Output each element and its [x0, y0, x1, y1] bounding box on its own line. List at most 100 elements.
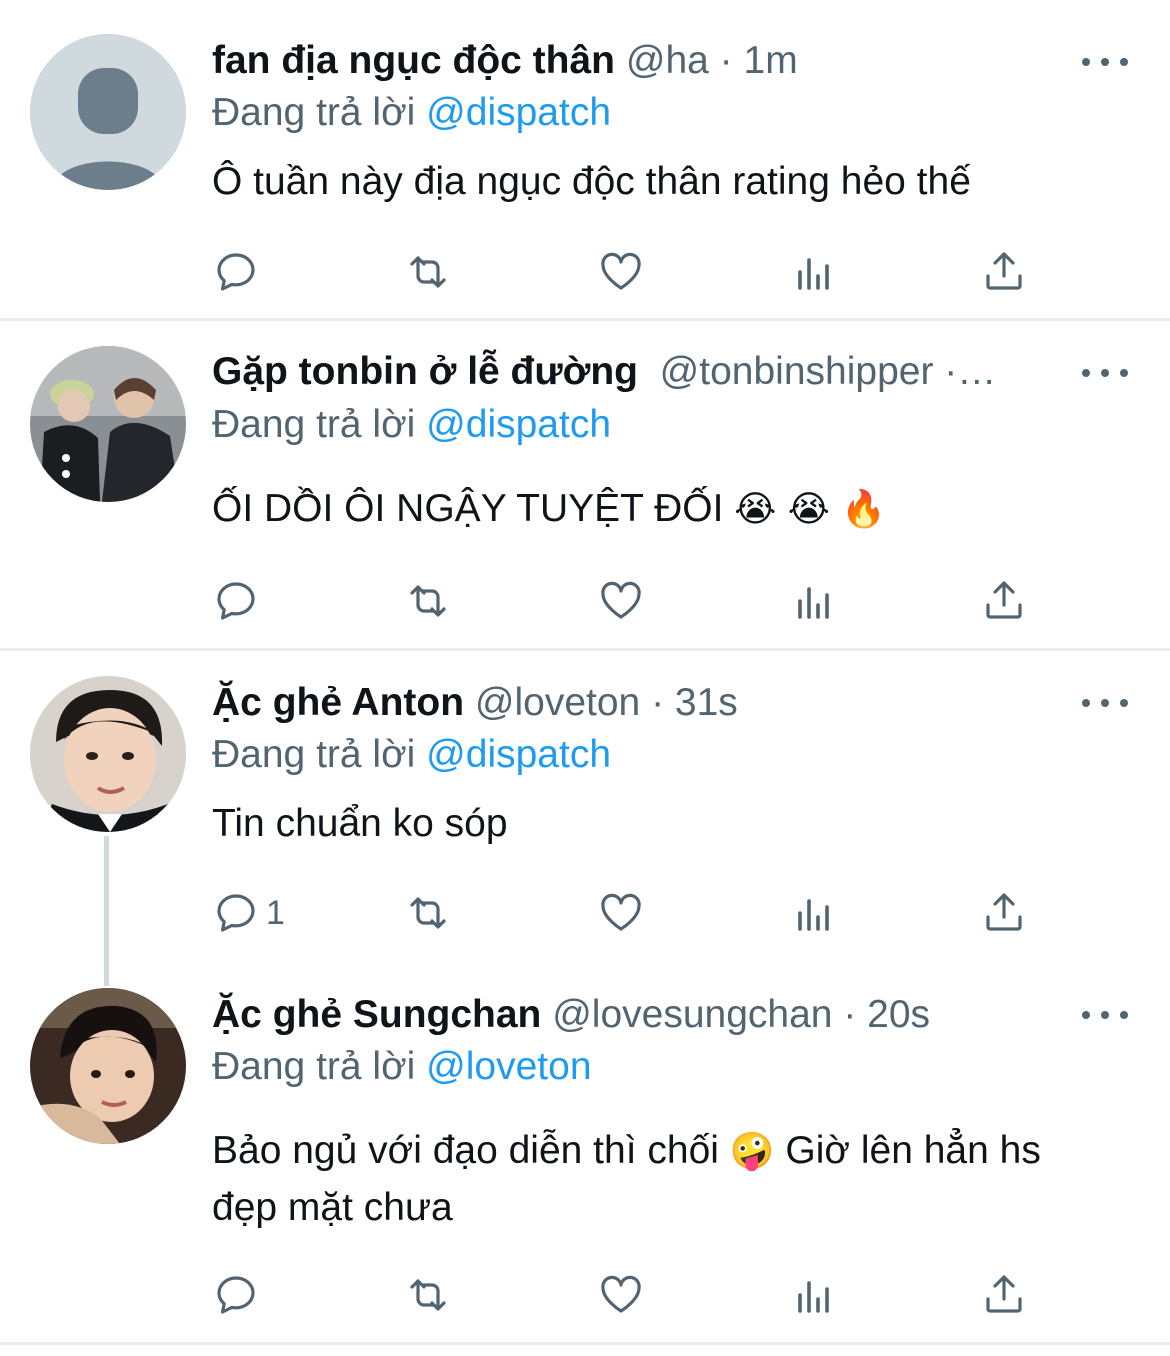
more-dot-icon — [1082, 1011, 1090, 1019]
display-name[interactable]: fan địa ngục độc thân — [212, 39, 615, 82]
replying-to-label: Đang trả lời — [212, 1045, 427, 1088]
like-button[interactable] — [595, 1267, 647, 1323]
meta-separator: · — [708, 39, 744, 82]
tweet[interactable]: Gặp tonbin ở lễ đường @tonbinshipper ·… … — [0, 321, 1170, 649]
more-dot-icon — [1120, 699, 1128, 707]
tweet-text-part1: Bảo ngủ với đạo diễn thì chối — [212, 1129, 730, 1172]
more-options-button[interactable] — [1082, 1000, 1128, 1030]
more-options-button[interactable] — [1082, 47, 1128, 77]
replying-to: Đang trả lời @loveton — [212, 1042, 592, 1092]
reply-to-handle[interactable]: @dispatch — [426, 733, 611, 776]
profile-photo — [30, 988, 186, 1144]
more-dot-icon — [1101, 1011, 1109, 1019]
reply-button[interactable] — [210, 573, 266, 629]
reply-button[interactable] — [210, 1267, 266, 1323]
share-button[interactable] — [978, 885, 1030, 941]
retweet-button[interactable] — [402, 244, 454, 300]
share-button[interactable] — [978, 1267, 1030, 1323]
user-handle[interactable]: @tonbinshipper — [660, 350, 934, 393]
more-dot-icon — [1101, 369, 1109, 377]
avatar[interactable] — [30, 34, 186, 190]
more-dot-icon — [1120, 1011, 1128, 1019]
replying-to-label: Đang trả lời — [212, 733, 427, 776]
more-dot-icon — [1101, 699, 1109, 707]
views-button[interactable] — [788, 1267, 840, 1323]
more-options-button[interactable] — [1082, 358, 1128, 388]
divider — [0, 1342, 1170, 1345]
reply-button[interactable] — [210, 244, 266, 300]
reply-icon — [217, 1276, 255, 1314]
avatar[interactable] — [30, 676, 186, 832]
like-icon — [601, 581, 641, 619]
reply-button[interactable]: 1 — [210, 885, 285, 941]
tweet-actions: 1 — [210, 885, 1040, 941]
share-icon — [986, 1275, 1022, 1313]
tweet-text: Ô tuần này địa ngục độc thân rating hẻo … — [212, 160, 971, 203]
reply-to-handle[interactable]: @dispatch — [426, 403, 611, 446]
more-dot-icon — [1082, 699, 1090, 707]
emoji-group: 😭 😭 🔥 — [734, 489, 887, 530]
views-icon — [798, 587, 829, 619]
user-handle[interactable]: @ha — [626, 39, 709, 82]
meta-separator: · — [832, 993, 868, 1036]
tweet-actions — [210, 1267, 1040, 1323]
profile-photo — [30, 676, 186, 832]
more-dot-icon — [1101, 58, 1109, 66]
views-button[interactable] — [788, 244, 840, 300]
timestamp[interactable]: 1m — [744, 39, 798, 82]
tweet-actions — [210, 244, 1040, 300]
reply-to-handle[interactable]: @loveton — [426, 1045, 591, 1088]
share-button[interactable] — [978, 244, 1030, 300]
replying-to-label: Đang trả lời — [212, 403, 427, 446]
more-dot-icon — [1120, 58, 1128, 66]
tweet-text-container: Bảo ngủ với đạo diễn thì chối 🤪 Giờ lên … — [212, 1123, 1100, 1236]
like-button[interactable] — [595, 573, 647, 629]
replying-to: Đang trả lời @dispatch — [212, 88, 611, 138]
like-icon — [601, 1275, 641, 1313]
retweet-button[interactable] — [402, 573, 454, 629]
display-name[interactable]: Gặp tonbin ở lễ đường — [212, 350, 638, 393]
meta-separator: · — [640, 681, 675, 724]
views-button[interactable] — [788, 885, 840, 941]
avatar[interactable] — [30, 346, 186, 502]
tweet-text: Tin chuẩn ko sóp — [212, 802, 508, 845]
reply-icon — [217, 894, 255, 932]
default-avatar-icon — [30, 34, 186, 190]
avatar[interactable] — [30, 988, 186, 1144]
tweet-header: fan địa ngục độc thân @ha · 1m — [212, 36, 1060, 86]
replying-to-label: Đang trả lời — [212, 91, 427, 134]
replying-to: Đang trả lời @dispatch — [212, 730, 611, 780]
tweet[interactable]: Ặc ghẻ Anton @loveton · 31s Đang trả lời… — [0, 651, 1170, 981]
like-button[interactable] — [595, 885, 647, 941]
like-button[interactable] — [595, 244, 647, 300]
share-icon — [986, 893, 1022, 931]
timestamp[interactable]: 31s — [675, 681, 738, 724]
like-icon — [601, 893, 641, 931]
meta-separator: ·… — [933, 350, 997, 393]
tweet[interactable]: fan địa ngục độc thân @ha · 1m Đang trả … — [0, 0, 1170, 320]
display-name[interactable]: Ặc ghẻ Sungchan — [212, 993, 541, 1036]
share-button[interactable] — [978, 573, 1030, 629]
tweet-header: Ặc ghẻ Sungchan @lovesungchan · 20s — [212, 990, 1060, 1040]
reply-icon — [217, 582, 255, 620]
reply-icon — [217, 253, 255, 291]
tweet-text-container: ỐI DỒI ÔI NGẬY TUYỆT ĐỐI 😭 😭 🔥 — [212, 481, 1100, 538]
more-dot-icon — [1082, 58, 1090, 66]
like-icon — [601, 252, 641, 290]
retweet-button[interactable] — [402, 885, 454, 941]
user-handle[interactable]: @loveton — [475, 681, 640, 724]
views-icon — [798, 258, 829, 290]
views-button[interactable] — [788, 573, 840, 629]
display-name[interactable]: Ặc ghẻ Anton — [212, 681, 464, 724]
retweet-icon — [410, 1279, 446, 1311]
more-options-button[interactable] — [1082, 688, 1128, 718]
tweet-header: Ặc ghẻ Anton @loveton · 31s — [212, 678, 1060, 728]
retweet-icon — [410, 256, 446, 288]
reply-to-handle[interactable]: @dispatch — [426, 91, 611, 134]
tweet[interactable]: Ặc ghẻ Sungchan @lovesungchan · 20s Đang… — [0, 963, 1170, 1343]
timestamp[interactable]: 20s — [867, 993, 930, 1036]
views-icon — [798, 1281, 829, 1313]
user-handle[interactable]: @lovesungchan — [552, 993, 832, 1036]
retweet-button[interactable] — [402, 1267, 454, 1323]
tweet-feed: fan địa ngục độc thân @ha · 1m Đang trả … — [0, 0, 1170, 1356]
